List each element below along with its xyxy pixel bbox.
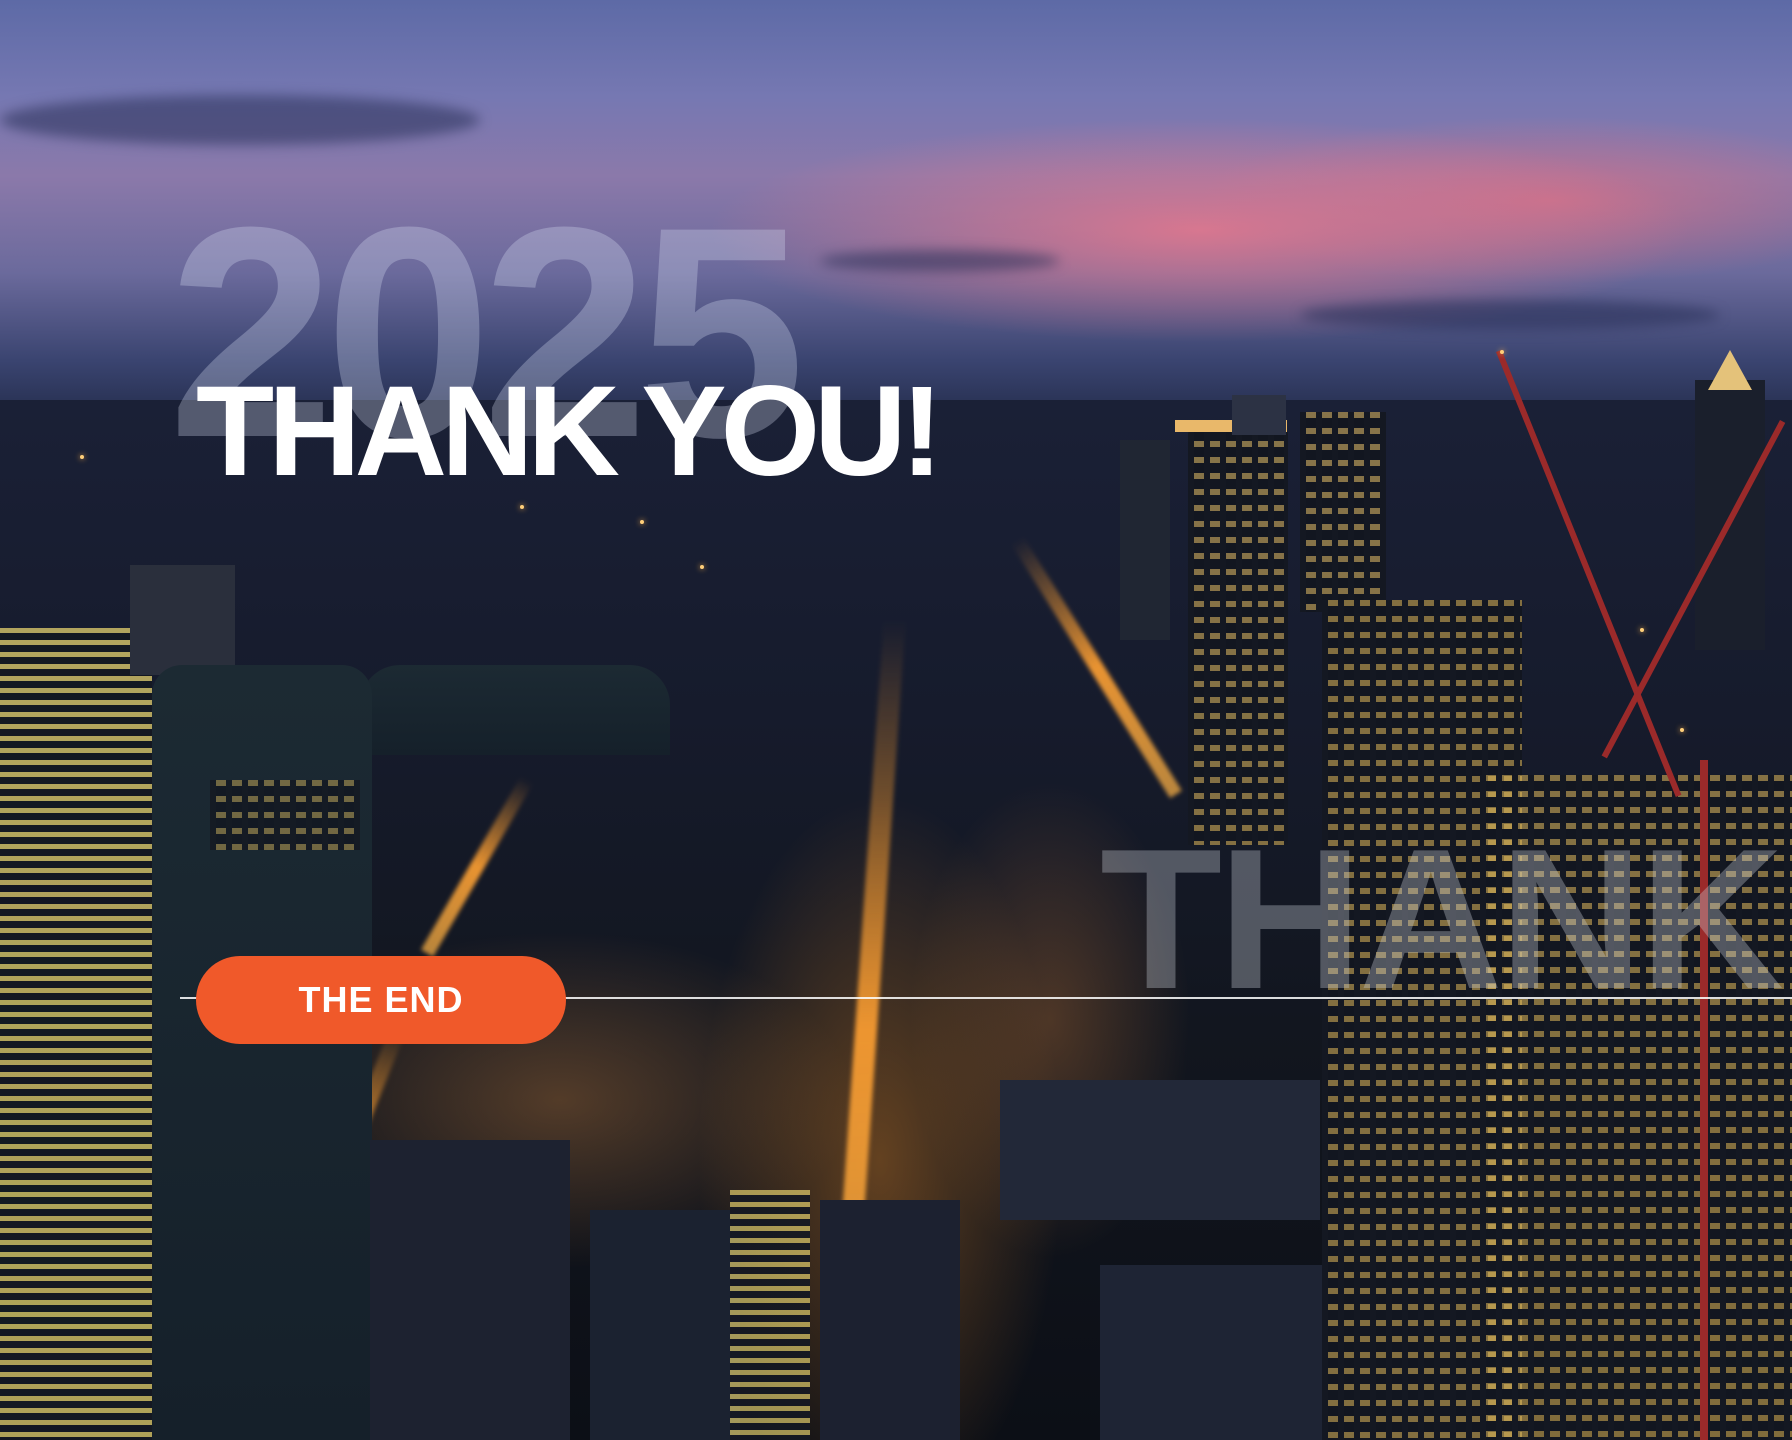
city-light <box>700 565 704 569</box>
tower-left <box>0 628 152 1440</box>
the-end-pill: THE END <box>196 956 566 1044</box>
cloud <box>1300 300 1720 330</box>
tower-right-cylinder <box>1188 425 1288 845</box>
cloud <box>0 95 480 145</box>
station-roof <box>360 665 670 755</box>
city-block <box>1000 1080 1320 1220</box>
tower-glass-windows <box>210 780 360 850</box>
headline: THANK YOU! <box>196 360 943 503</box>
the-end-label: THE END <box>298 979 464 1020</box>
city-block <box>820 1200 960 1440</box>
tower-right <box>1300 412 1386 612</box>
slide: 2025 THANK YOU! THANK THE END <box>0 0 1792 1440</box>
tower-right <box>1120 440 1170 640</box>
glass-hall <box>730 1190 810 1440</box>
city-light <box>1680 728 1684 732</box>
tower-right <box>1232 395 1286 435</box>
tower-left-top <box>130 565 235 675</box>
city-light <box>520 505 524 509</box>
cloud <box>820 250 1060 272</box>
city-light <box>1640 628 1644 632</box>
city-light <box>640 520 644 524</box>
thank-watermark: THANK <box>1100 820 1784 1020</box>
city-light <box>80 455 84 459</box>
city-block <box>590 1210 740 1440</box>
city-light <box>1500 350 1504 354</box>
city-block <box>370 1140 570 1440</box>
